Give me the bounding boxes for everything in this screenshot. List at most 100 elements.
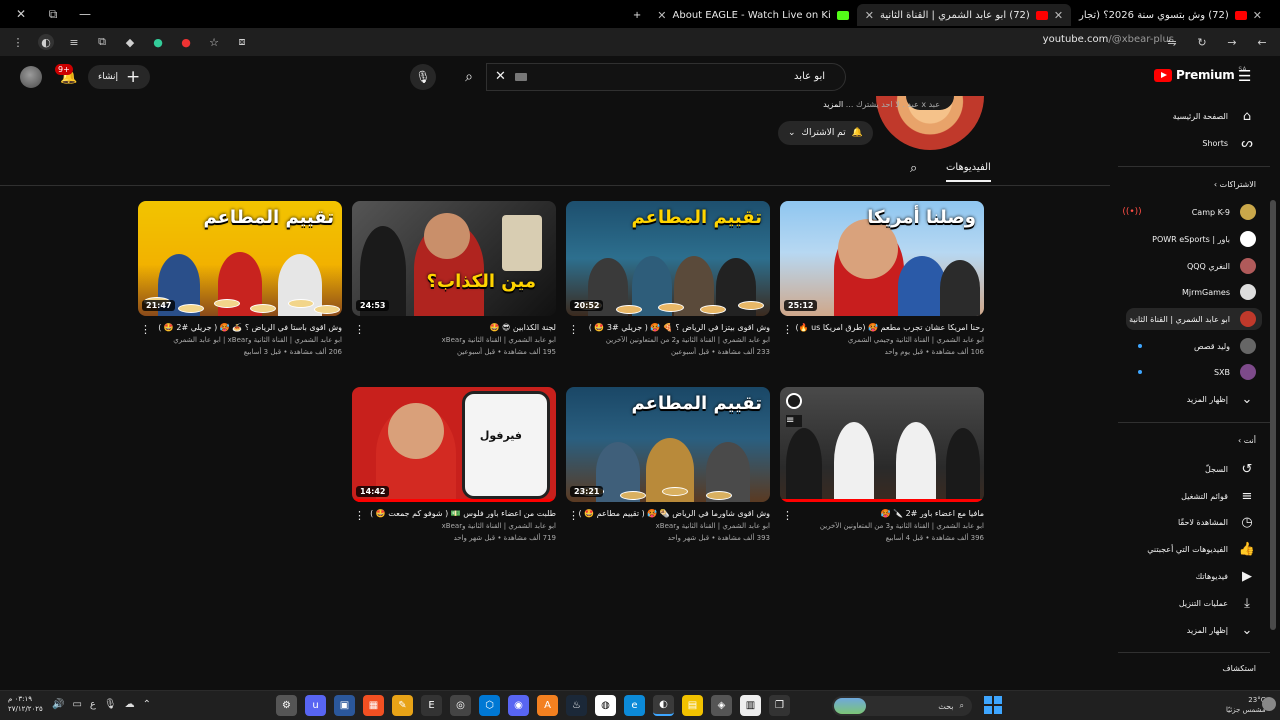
video-menu-icon[interactable]: ⋮ xyxy=(354,323,365,336)
extension-icon[interactable]: ⧉ xyxy=(94,34,110,50)
app-icon[interactable]: E xyxy=(421,695,442,716)
settings-app-icon[interactable]: ⚙ xyxy=(276,695,297,716)
speaker-icon[interactable]: 🔊 xyxy=(52,699,64,710)
taskbar-search[interactable]: بحث ⌕ xyxy=(832,696,972,716)
app-icon[interactable]: ✎ xyxy=(392,695,413,716)
video-title[interactable]: وش اقوى بيتزا في الرياض ؟ 🍕 🥵 ( جريلي #3… xyxy=(566,323,770,332)
browser-tab[interactable]: ✕ (72) وش بتسوي سنة 2026؟ (تجار xyxy=(1071,4,1270,26)
app-icon[interactable]: A xyxy=(537,695,558,716)
bookmark-star-icon[interactable]: ☆ xyxy=(206,34,222,50)
clear-search-icon[interactable]: ✕ xyxy=(495,69,506,84)
browser-tab-active[interactable]: ✕ (72) ابو عابد الشمري | القناة الثانية … xyxy=(856,4,1072,26)
clock[interactable]: ٠٣:١٩ م ٢٧/١٢/٢٠٢٥ xyxy=(8,694,43,714)
video-title[interactable]: وش اقوى شاورما في الرياض 🌯 🥵 ( تقييم مطا… xyxy=(566,509,770,518)
file-explorer-icon[interactable]: ▤ xyxy=(682,695,703,716)
forward-icon[interactable]: → xyxy=(1224,34,1240,50)
search-icon[interactable]: ⌕ xyxy=(452,64,486,90)
video-card[interactable]: تقييم المطاعم 21:47 ⋮ وش اقوى باستا في ا… xyxy=(138,201,342,356)
store-app-icon[interactable]: ▦ xyxy=(363,695,384,716)
video-thumbnail[interactable]: مين الكذاب؟ 24:53 xyxy=(352,201,556,316)
app-icon[interactable]: ⬡ xyxy=(479,695,500,716)
video-thumbnail[interactable]: تقييم المطاعم 21:47 xyxy=(138,201,342,316)
extension-icon[interactable]: ● xyxy=(178,34,194,50)
sidebar-item-history[interactable]: ↺ السجلّ xyxy=(1205,459,1256,479)
maximize-window-icon[interactable]: ⧉ xyxy=(44,5,62,23)
channel-search-icon[interactable]: ⌕ xyxy=(910,161,917,176)
app-icon[interactable]: u xyxy=(305,695,326,716)
sidebar-sub-item[interactable]: SXB xyxy=(1214,362,1256,382)
task-view-icon[interactable]: ❐ xyxy=(769,695,790,716)
channel-description[interactable]: عبد x عبد . لا احد يشترك ... المزيد xyxy=(823,100,940,109)
subscriptions-heading[interactable]: الاشتراكات › xyxy=(1214,180,1256,189)
add-to-queue-icon[interactable]: ≡ xyxy=(786,415,802,427)
network-icon[interactable]: ▭ xyxy=(72,699,81,710)
new-tab-button[interactable]: + xyxy=(625,4,649,26)
app-icon[interactable]: ▥ xyxy=(740,695,761,716)
video-title[interactable]: رحنا امريكا عشان تجرب مطعم 🥵 (طرق امريكا… xyxy=(780,323,984,332)
browser-tab[interactable]: About EAGLE - Watch Live on Ki ✕ xyxy=(649,4,856,26)
screenshot-icon[interactable]: ⧈ xyxy=(234,34,250,50)
video-thumbnail[interactable]: فيرفول 14:42 xyxy=(352,387,556,502)
app-icon[interactable]: ◈ xyxy=(711,695,732,716)
sidebar-sub-item[interactable]: النغري QQQ xyxy=(1187,256,1256,276)
sidebar-show-more-2[interactable]: ⌄ إظهار المزيد xyxy=(1187,620,1256,640)
video-card[interactable]: مين الكذاب؟ 24:53 ⋮ لجنة الكذابين 😎 🤩 اب… xyxy=(352,201,556,356)
video-menu-icon[interactable]: ⋮ xyxy=(782,323,793,336)
mic-tray-icon[interactable]: 🎙 xyxy=(104,699,117,710)
minimize-window-icon[interactable]: — xyxy=(76,5,94,23)
sidebar-item-your-videos[interactable]: ▶ فيديوهاتك xyxy=(1196,566,1256,586)
sidebar-sub-item-selected[interactable]: ابو عابد الشمري | القناة الثانية xyxy=(1126,308,1262,330)
watch-later-clock-icon[interactable] xyxy=(786,393,802,409)
video-channel[interactable]: ابو عابد الشمري | القناة الثانية وxBear xyxy=(352,336,556,344)
video-card[interactable]: تقييم المطاعم 20:52 ⋮ وش اقوى بيتزا في ا… xyxy=(566,201,770,356)
video-thumbnail[interactable]: تقييم المطاعم 20:52 xyxy=(566,201,770,316)
you-heading[interactable]: أنت › xyxy=(1238,436,1256,445)
reload-icon[interactable]: ↻ xyxy=(1194,34,1210,50)
menu-dots-icon[interactable]: ⋮ xyxy=(10,34,26,50)
discord-app-icon[interactable]: ◉ xyxy=(508,695,529,716)
extension-icon[interactable]: ≡ xyxy=(66,34,82,50)
sidebar-scrollbar[interactable] xyxy=(1270,200,1276,630)
subscribed-button[interactable]: ⌄ تم الاشتراك 🔔 xyxy=(778,121,873,145)
video-menu-icon[interactable]: ⋮ xyxy=(568,323,579,336)
sidebar-sub-item[interactable]: Camp K-9 ((•)) xyxy=(1122,202,1256,222)
close-window-icon[interactable]: ✕ xyxy=(12,5,30,23)
video-channel[interactable]: ابو عابد الشمري | القناة الثانية و3 من ا… xyxy=(780,522,984,530)
account-avatar[interactable] xyxy=(20,66,42,88)
video-menu-icon[interactable]: ⋮ xyxy=(140,323,151,336)
sidebar-item-home[interactable]: ⌂ الصفحة الرئيسية xyxy=(1173,106,1256,126)
video-channel[interactable]: ابو عابد الشمري | القناة الثانية وxBear xyxy=(566,522,770,530)
video-card[interactable]: ≡ ⋮ مافيا مع اعضاء باور #2 🔪 🥵 ابو عابد … xyxy=(780,387,984,542)
video-channel[interactable]: ابو عابد الشمري | القناة الثانية وجيمي ا… xyxy=(780,336,984,344)
sidebar-item-shorts[interactable]: ᔕ Shorts xyxy=(1202,133,1256,153)
steam-app-icon[interactable]: ♨ xyxy=(566,695,587,716)
video-card[interactable]: وصلنا أمريكا 25:12 ⋮ رحنا امريكا عشان تج… xyxy=(780,201,984,356)
search-input[interactable]: ✕ ابو عابد xyxy=(486,63,846,91)
video-title[interactable]: طلبت من اعضاء باور فلوس 💵 ( شوفو كم جمعت… xyxy=(352,509,556,518)
sidebar-sub-item[interactable]: باور | POWR eSports xyxy=(1152,229,1256,249)
video-title[interactable]: لجنة الكذابين 😎 🤩 xyxy=(352,323,556,332)
keyboard-icon[interactable] xyxy=(515,73,527,81)
create-button[interactable]: إنشاء + xyxy=(88,65,151,89)
voice-search-mic-icon[interactable]: 🎙 xyxy=(410,64,436,90)
video-card[interactable]: تقييم المطاعم 23:21 ⋮ وش اقوى شاورما في … xyxy=(566,387,770,542)
back-icon[interactable]: ← xyxy=(1254,34,1270,50)
video-title[interactable]: مافيا مع اعضاء باور #2 🔪 🥵 xyxy=(780,509,984,518)
app-icon[interactable]: ▣ xyxy=(334,695,355,716)
video-title[interactable]: وش اقوى باستا في الرياض ؟ 🍝 🥵 ( جريلي #2… xyxy=(138,323,342,332)
edge-app-icon[interactable]: e xyxy=(624,695,645,716)
sidebar-show-more[interactable]: ⌄ إظهار المزيد xyxy=(1187,389,1256,409)
extension-icon[interactable]: ◆ xyxy=(122,34,138,50)
url-field[interactable]: youtube.com/@xbear-plus xyxy=(1043,34,1174,45)
video-menu-icon[interactable]: ⋮ xyxy=(354,509,365,522)
video-channel[interactable]: ابو عابد الشمري | القناة الثانية وxBear … xyxy=(138,336,342,344)
hamburger-menu-icon[interactable]: ☰ xyxy=(1238,68,1256,84)
video-thumbnail[interactable]: ≡ xyxy=(780,387,984,502)
video-channel[interactable]: ابو عابد الشمري | القناة الثانية وxBear xyxy=(352,522,556,530)
close-tab-icon[interactable]: ✕ xyxy=(1253,9,1262,22)
weather-widget[interactable]: 23°C مشمس جزئيًا xyxy=(1226,695,1266,715)
video-thumbnail[interactable]: وصلنا أمريكا 25:12 xyxy=(780,201,984,316)
cloud-icon[interactable]: ☁ xyxy=(125,699,135,710)
video-menu-icon[interactable]: ⋮ xyxy=(568,509,579,522)
tab-videos[interactable]: الفيديوهات xyxy=(946,162,991,182)
